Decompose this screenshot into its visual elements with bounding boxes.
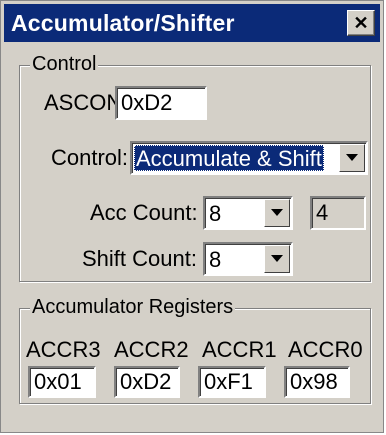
chevron-down-icon <box>346 154 358 161</box>
chevron-down-icon <box>271 255 283 262</box>
accumulator-shifter-window: Accumulator/Shifter ✕ Control ASCON: 0xD… <box>0 0 384 433</box>
close-icon: ✕ <box>353 12 369 33</box>
shift-count-dropdown-button[interactable] <box>264 245 290 273</box>
shift-count-select[interactable]: 8 <box>203 242 293 276</box>
accumulator-registers-label: Accumulator Registers <box>30 295 236 319</box>
register-name: ACCR0 <box>288 337 363 362</box>
register-name: ACCR3 <box>26 337 101 362</box>
window-title: Accumulator/Shifter <box>11 10 235 36</box>
ascon-input[interactable]: 0xD2 <box>115 86 207 120</box>
title-bar[interactable]: Accumulator/Shifter ✕ <box>4 4 380 42</box>
acc-count-label: Acc Count: <box>90 200 198 225</box>
control-group: Control ASCON: 0xD2 Control: Accumulate … <box>19 52 371 282</box>
chevron-down-icon <box>271 209 283 216</box>
acc-count-readout: 4 <box>310 196 366 230</box>
accumulator-registers-group: Accumulator Registers ACCR3 ACCR2 ACCR1 … <box>19 295 371 404</box>
accr0-input[interactable]: 0x98 <box>284 366 350 398</box>
register-name: ACCR1 <box>202 337 277 362</box>
control-dropdown-button[interactable] <box>339 144 365 172</box>
control-select[interactable]: Accumulate & Shift <box>130 141 368 175</box>
control-select-value: Accumulate & Shift <box>134 145 324 171</box>
control-label: Control: <box>51 145 129 170</box>
register-name: ACCR2 <box>114 337 189 362</box>
acc-count-select[interactable]: 8 <box>203 196 293 230</box>
control-group-label: Control <box>30 52 99 76</box>
accr2-input[interactable]: 0xD2 <box>114 366 180 398</box>
close-button[interactable]: ✕ <box>347 10 375 36</box>
acc-count-dropdown-button[interactable] <box>264 199 290 227</box>
accr3-input[interactable]: 0x01 <box>28 366 96 398</box>
shift-count-label: Shift Count: <box>82 246 197 271</box>
accr1-input[interactable]: 0xF1 <box>198 366 266 398</box>
acc-count-value: 8 <box>209 201 222 226</box>
shift-count-value: 8 <box>209 247 222 272</box>
